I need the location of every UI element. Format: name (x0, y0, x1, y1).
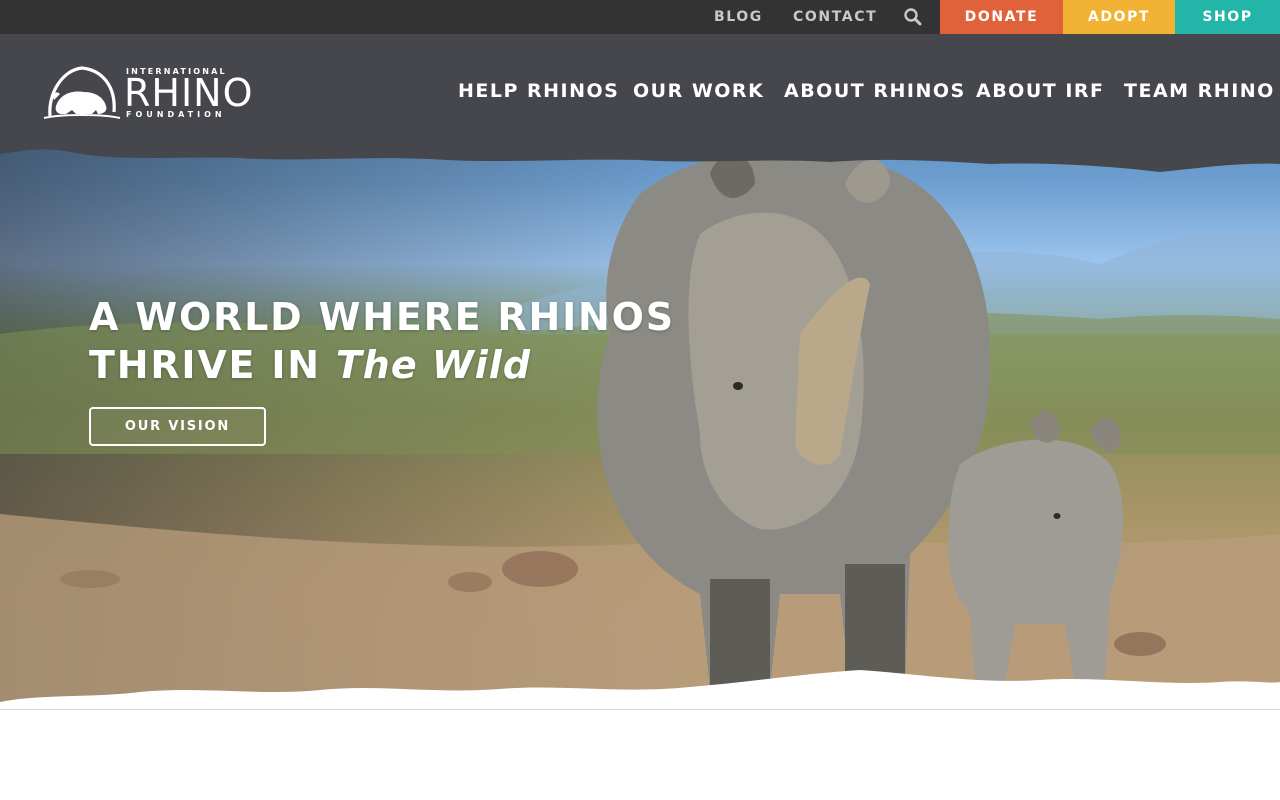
logo-text-foundation: FOUNDATION (126, 110, 226, 119)
hero-title-line2-prefix: THRIVE IN (89, 343, 336, 387)
nav-our-work[interactable]: OUR WORK (633, 80, 764, 102)
nav-about-irf[interactable]: ABOUT IRF (976, 80, 1105, 102)
main-nav: HELP RHINOS OUR WORK ABOUT RHINOS ABOUT … (0, 80, 1280, 106)
hero-title-accent: The Wild (335, 343, 532, 387)
contact-link[interactable]: CONTACT (793, 0, 877, 34)
search-icon[interactable] (903, 7, 923, 27)
hero-title: A WORLD WHERE RHINOS THRIVE IN The Wild (89, 293, 675, 389)
nav-team-rhino[interactable]: TEAM RHINO (1124, 80, 1275, 102)
adopt-button[interactable]: ADOPT (1063, 0, 1175, 34)
donate-button[interactable]: DONATE (940, 0, 1063, 34)
blog-link[interactable]: BLOG (714, 0, 763, 34)
nav-about-rhinos[interactable]: ABOUT RHINOS (784, 80, 966, 102)
nav-help-rhinos[interactable]: HELP RHINOS (458, 80, 619, 102)
hero-title-line1: A WORLD WHERE RHINOS (89, 295, 675, 339)
shop-button[interactable]: SHOP (1175, 0, 1280, 34)
our-vision-button[interactable]: OUR VISION (89, 407, 266, 446)
utility-bar: BLOG CONTACT DONATE ADOPT SHOP (0, 0, 1280, 34)
